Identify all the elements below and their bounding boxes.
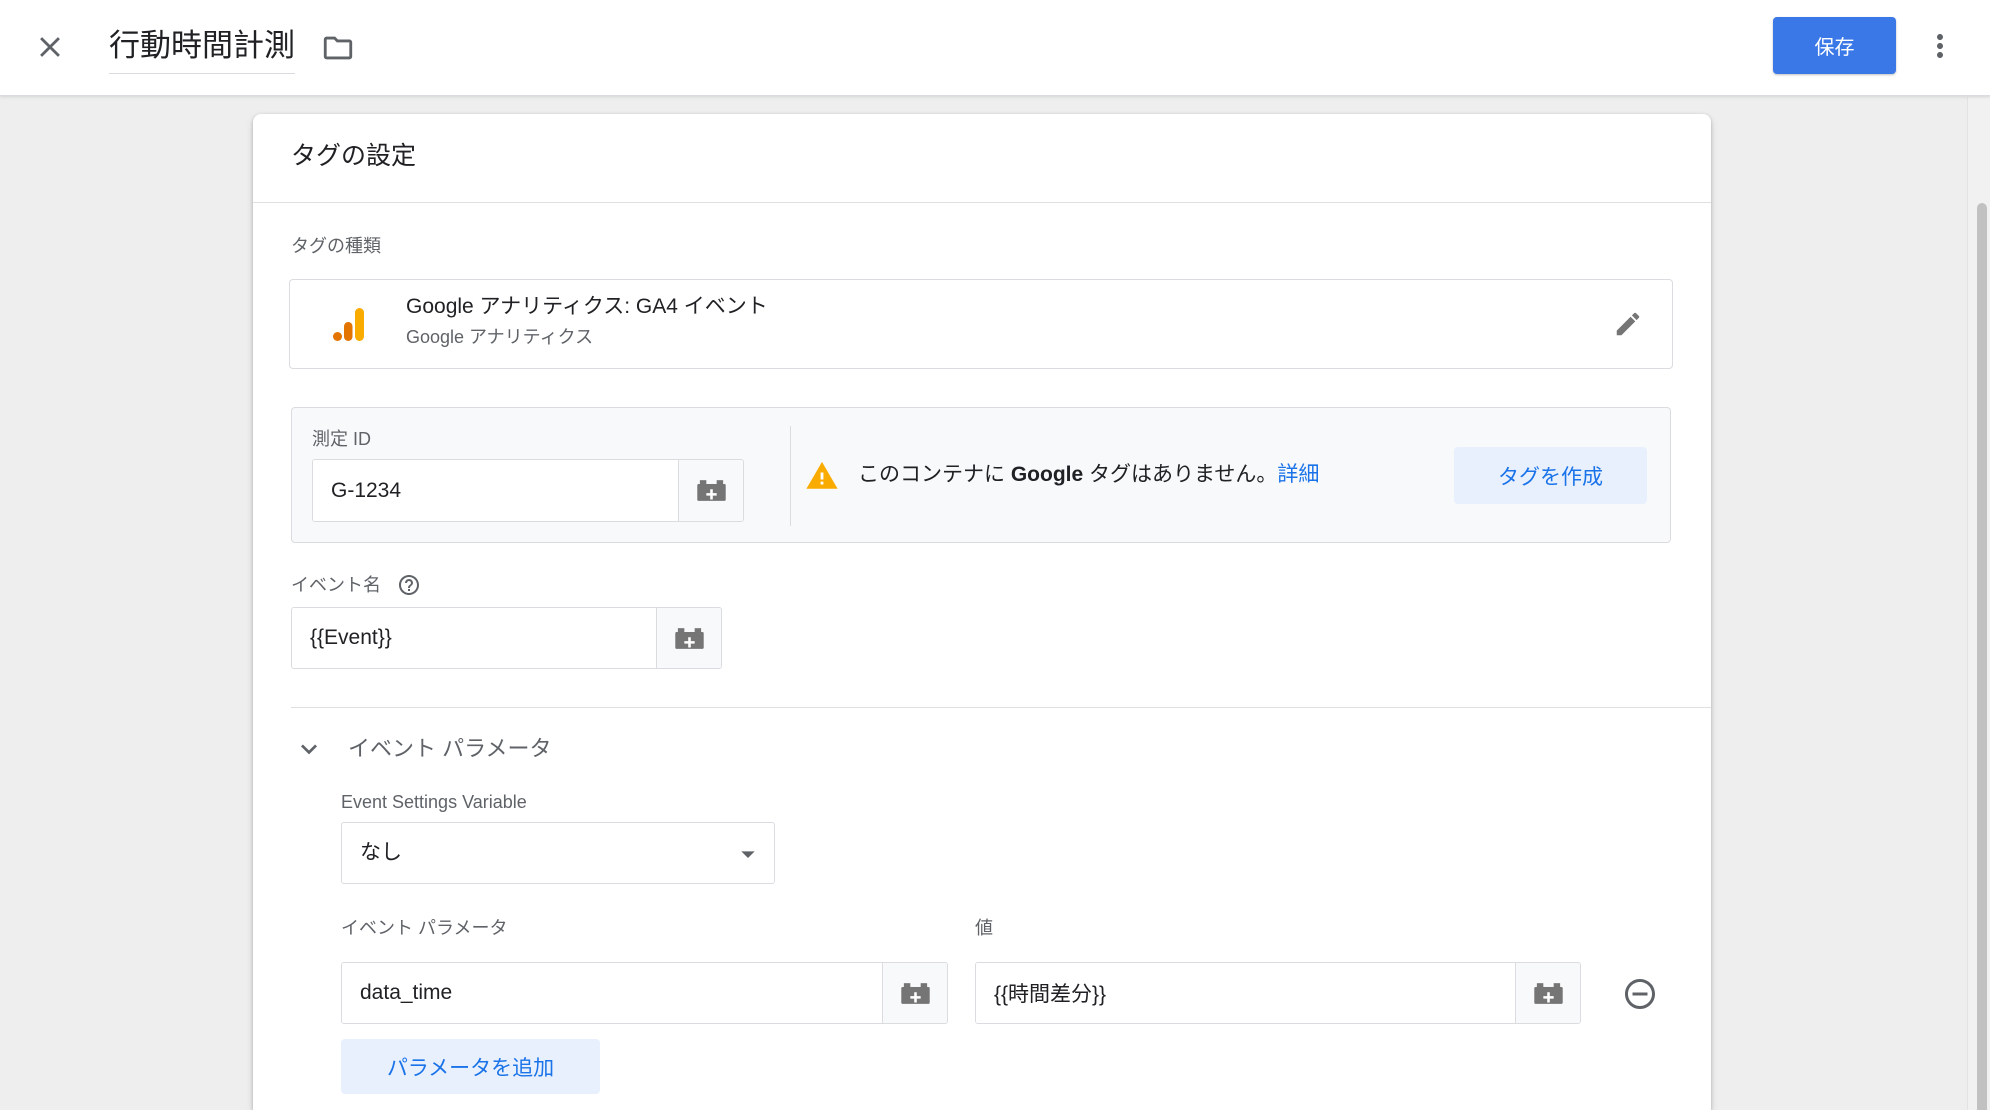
param-column-label: イベント パラメータ [341, 918, 508, 938]
param-name-input[interactable] [342, 963, 882, 1023]
param-value-input[interactable] [976, 963, 1515, 1023]
top-bar: 行動時間計測 保存 [0, 0, 1990, 96]
remove-circle-glyph [1625, 979, 1655, 1009]
warning-icon [806, 461, 838, 489]
section-divider [291, 707, 1711, 708]
help-icon-glyph [399, 575, 419, 595]
tag-type-label: タグの種類 [291, 236, 381, 256]
scrollbar-thumb[interactable] [1977, 203, 1987, 1110]
variable-brick-icon[interactable] [882, 963, 947, 1023]
value-column-label: 値 [975, 918, 993, 938]
event-name-label: イベント名 [291, 575, 381, 595]
remove-circle-icon[interactable] [1622, 976, 1658, 1012]
more-vert-icon[interactable] [1922, 28, 1958, 64]
select-value: なし [360, 841, 402, 864]
chevron-down-glyph [301, 744, 317, 755]
variable-brick-glyph [696, 480, 726, 501]
tag-config-card: タグの設定 タグの種類 Google アナリティクス: GA4 イベント Goo… [253, 114, 1711, 1110]
param-name-field [341, 962, 948, 1024]
event-name-field [291, 607, 722, 669]
pencil-icon-glyph [1616, 312, 1640, 336]
close-icon[interactable] [33, 30, 67, 64]
variable-brick-icon[interactable] [656, 608, 721, 668]
panel-divider [790, 426, 791, 526]
save-button[interactable]: 保存 [1773, 17, 1896, 74]
measurement-id-label: 測定 ID [312, 429, 372, 449]
page-scrollbar[interactable] [1967, 97, 1990, 1110]
measurement-id-field [312, 459, 744, 522]
google-analytics-icon [333, 308, 364, 341]
add-parameter-button[interactable]: パラメータを追加 [341, 1039, 600, 1094]
event-name-label-row: イベント名 [291, 573, 421, 597]
pencil-icon[interactable] [1613, 309, 1643, 339]
card-header-divider [253, 202, 1711, 203]
more-vert-icon-glyph [1937, 34, 1943, 58]
notice-text-after: タグはありません。 [1089, 463, 1278, 486]
event-parameters-toggle[interactable]: イベント パラメータ [291, 729, 551, 769]
variable-brick-icon[interactable] [678, 460, 743, 521]
param-value-field [975, 962, 1581, 1024]
dropdown-arrow-icon [732, 838, 764, 870]
event-settings-variable-select[interactable]: なし [341, 822, 775, 884]
tag-type-selector[interactable]: Google アナリティクス: GA4 イベント Google アナリティクス [289, 279, 1673, 369]
chevron-down-icon [293, 733, 325, 765]
notice-brand: Google [1010, 463, 1084, 486]
missing-google-tag-notice: このコンテナに Google タグはありません。詳細 [858, 460, 1319, 490]
event-name-input[interactable] [292, 608, 656, 668]
tag-type-provider: Google アナリティクス [406, 327, 594, 347]
variable-brick-glyph [900, 982, 930, 1004]
variable-brick-glyph [1533, 982, 1563, 1004]
variable-brick-glyph [674, 627, 704, 649]
event-settings-variable-label: Event Settings Variable [341, 792, 527, 812]
folder-icon[interactable] [321, 31, 355, 65]
card-title: タグの設定 [291, 142, 417, 170]
tag-type-name: Google アナリティクス: GA4 イベント [406, 295, 768, 318]
measurement-id-panel: 測定 ID このコンテナに Google タグはありません。詳細 タグを作成 [291, 407, 1671, 543]
event-parameters-section-title: イベント パラメータ [348, 736, 552, 761]
measurement-id-input[interactable] [313, 460, 678, 521]
tag-name-title[interactable]: 行動時間計測 [109, 22, 295, 74]
details-link[interactable]: 詳細 [1277, 463, 1319, 486]
variable-brick-icon[interactable] [1515, 963, 1580, 1023]
notice-text-before: このコンテナに [858, 463, 1005, 486]
dropdown-arrow-glyph [741, 851, 755, 858]
help-icon[interactable] [397, 573, 421, 597]
close-icon-glyph [40, 37, 60, 57]
create-tag-button[interactable]: タグを作成 [1454, 447, 1647, 504]
folder-icon-glyph [323, 36, 353, 60]
